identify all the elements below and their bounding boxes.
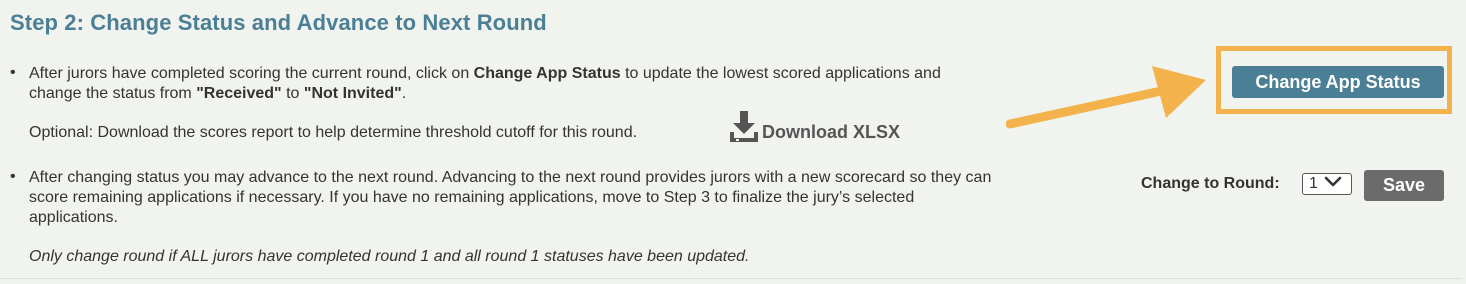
round-select-value: 1	[1309, 175, 1318, 192]
bullet-1-bold-received: "Received"	[196, 85, 282, 102]
step-title: Step 2: Change Status and Advance to Nex…	[10, 10, 547, 35]
save-button[interactable]: Save	[1364, 170, 1444, 201]
change-app-status-button[interactable]: Change App Status	[1232, 66, 1444, 98]
bullet-2-line: applications.	[29, 209, 118, 226]
bullet-1-text-part: to update the lowest scored applications…	[620, 65, 941, 82]
round-select[interactable]: 1	[1302, 173, 1352, 195]
bullet-1-text-part: .	[401, 85, 407, 102]
bullet-2-text: After changing status you may advance to…	[29, 168, 991, 228]
bullet-1-text: After jurors have completed scoring the …	[29, 64, 941, 104]
bullet-2-line: After changing status you may advance to…	[29, 169, 992, 186]
step-2-panel: Step 2: Change Status and Advance to Nex…	[0, 0, 1462, 279]
chevron-down-icon	[1324, 175, 1342, 193]
change-to-round-label: Change to Round:	[1141, 175, 1280, 192]
bullet-1-text-part: After jurors have completed scoring the …	[29, 65, 474, 82]
bullet-1-text-part: to	[281, 85, 304, 102]
download-xlsx-link[interactable]: Download XLSX	[728, 108, 900, 144]
bullet-2-line: score remaining applications if necessar…	[29, 189, 915, 206]
bullet-1-bold-not-invited: "Not Invited"	[303, 85, 402, 102]
optional-download-text: Optional: Download the scores report to …	[29, 124, 638, 141]
download-icon	[728, 110, 760, 144]
round-change-note: Only change round if ALL jurors have com…	[29, 248, 750, 265]
bullet-marker: •	[10, 168, 16, 185]
bullet-marker: •	[10, 64, 16, 81]
bullet-1-text-part: change the status from	[29, 85, 197, 102]
download-xlsx-label: Download XLSX	[762, 122, 901, 142]
bullet-1-bold-change-status: Change App Status	[473, 65, 621, 82]
annotation-arrow-icon	[1006, 66, 1206, 129]
